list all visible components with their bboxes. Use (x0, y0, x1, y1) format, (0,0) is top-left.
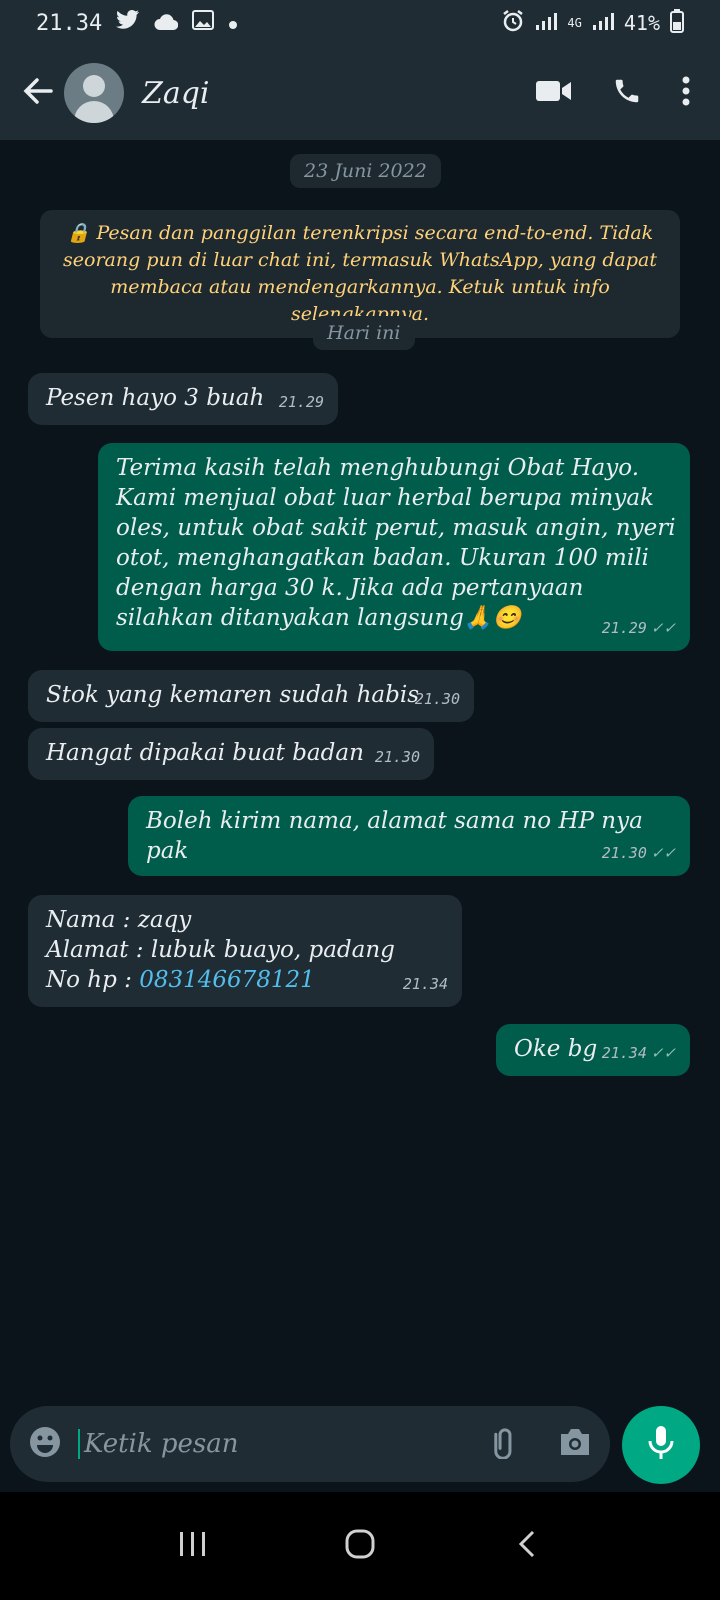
attach-button[interactable] (488, 1425, 522, 1463)
message-line: No hp : (46, 967, 140, 993)
back-arrow-icon (23, 78, 53, 108)
battery-icon (670, 8, 684, 38)
chat-area[interactable]: 23 Juni 2022 🔒 Pesan dan panggilan teren… (0, 140, 720, 1400)
signal-icon (535, 11, 558, 36)
message-time: 21.29 (601, 619, 647, 637)
message-text: Stok yang kemaren sudah habis (46, 682, 420, 708)
network-type: 4G (567, 16, 582, 30)
microphone-icon (648, 1426, 674, 1464)
system-navigation-bar (0, 1492, 720, 1600)
back-nav-button[interactable] (497, 1516, 557, 1576)
read-ticks-icon: ✓✓ (650, 619, 676, 637)
signal-icon-2 (592, 11, 614, 36)
message-outgoing[interactable]: Terima kasih telah menghubungi Obat Hayo… (98, 443, 690, 651)
message-time: 21.30 (601, 844, 647, 862)
paperclip-icon (488, 1428, 522, 1463)
emoji-button[interactable] (28, 1425, 62, 1463)
contact-name[interactable]: Zaqi (142, 76, 210, 111)
date-divider: 23 Juni 2022 (290, 154, 441, 188)
message-outgoing[interactable]: Boleh kirim nama, alamat sama no HP nya … (128, 796, 690, 876)
status-bar: 21.34 4G 41% (0, 0, 720, 46)
message-line: Alamat : lubuk buayo, padang (46, 937, 395, 963)
message-text: Pesen hayo 3 buah (46, 385, 265, 411)
phone-link[interactable]: 083146678121 (139, 967, 315, 993)
message-text: Oke bg (514, 1036, 598, 1062)
recent-apps-icon (178, 1530, 208, 1562)
home-button[interactable] (330, 1516, 390, 1576)
message-text: Terima kasih telah menghubungi Obat Hayo… (116, 455, 676, 631)
message-time: 21.30 (414, 690, 460, 708)
more-options-icon (682, 76, 690, 110)
read-ticks-icon: ✓✓ (650, 1044, 676, 1062)
read-ticks-icon: ✓✓ (650, 844, 676, 862)
message-input-bar: Ketik pesan (10, 1406, 610, 1482)
twitter-icon (116, 10, 140, 36)
emoji-icon (28, 1427, 62, 1463)
message-input[interactable]: Ketik pesan (78, 1429, 239, 1459)
message-incoming[interactable]: Hangat dipakai buat badan 21.30 (28, 728, 434, 780)
notification-dot-icon (228, 11, 238, 36)
battery-percent: 41% (623, 11, 660, 35)
alarm-icon (501, 9, 525, 38)
video-call-icon (536, 81, 572, 107)
message-text: Hangat dipakai buat badan (46, 740, 364, 766)
voice-call-icon (612, 79, 642, 110)
more-options-button[interactable] (682, 76, 690, 110)
recent-apps-button[interactable] (163, 1516, 223, 1576)
camera-icon (558, 1429, 592, 1461)
avatar[interactable] (64, 63, 124, 123)
voice-record-button[interactable] (622, 1406, 700, 1484)
gallery-icon (192, 10, 215, 36)
message-incoming[interactable]: Pesen hayo 3 buah 21.29 (28, 373, 338, 425)
message-text: Boleh kirim nama, alamat sama no HP nya … (146, 808, 643, 864)
message-incoming[interactable]: Nama : zaqy Alamat : lubuk buayo, padang… (28, 895, 462, 1007)
camera-button[interactable] (558, 1427, 592, 1461)
message-outgoing[interactable]: Oke bg 21.34 ✓✓ (496, 1024, 690, 1076)
voice-call-button[interactable] (612, 76, 642, 110)
today-divider: Hari ini (313, 316, 415, 350)
chat-header: Zaqi (0, 46, 720, 140)
back-chevron-icon (517, 1529, 537, 1563)
message-line: Nama : zaqy (46, 907, 192, 933)
video-call-button[interactable] (536, 79, 572, 107)
status-time: 21.34 (36, 10, 103, 36)
cloud-icon (154, 11, 179, 36)
message-time: 21.34 (601, 1044, 647, 1062)
message-time: 21.29 (278, 393, 324, 411)
message-time: 21.34 (402, 975, 448, 993)
message-incoming[interactable]: Stok yang kemaren sudah habis 21.30 (28, 670, 474, 722)
message-time: 21.30 (374, 748, 420, 766)
back-button[interactable] (16, 71, 60, 115)
home-icon (344, 1528, 376, 1564)
